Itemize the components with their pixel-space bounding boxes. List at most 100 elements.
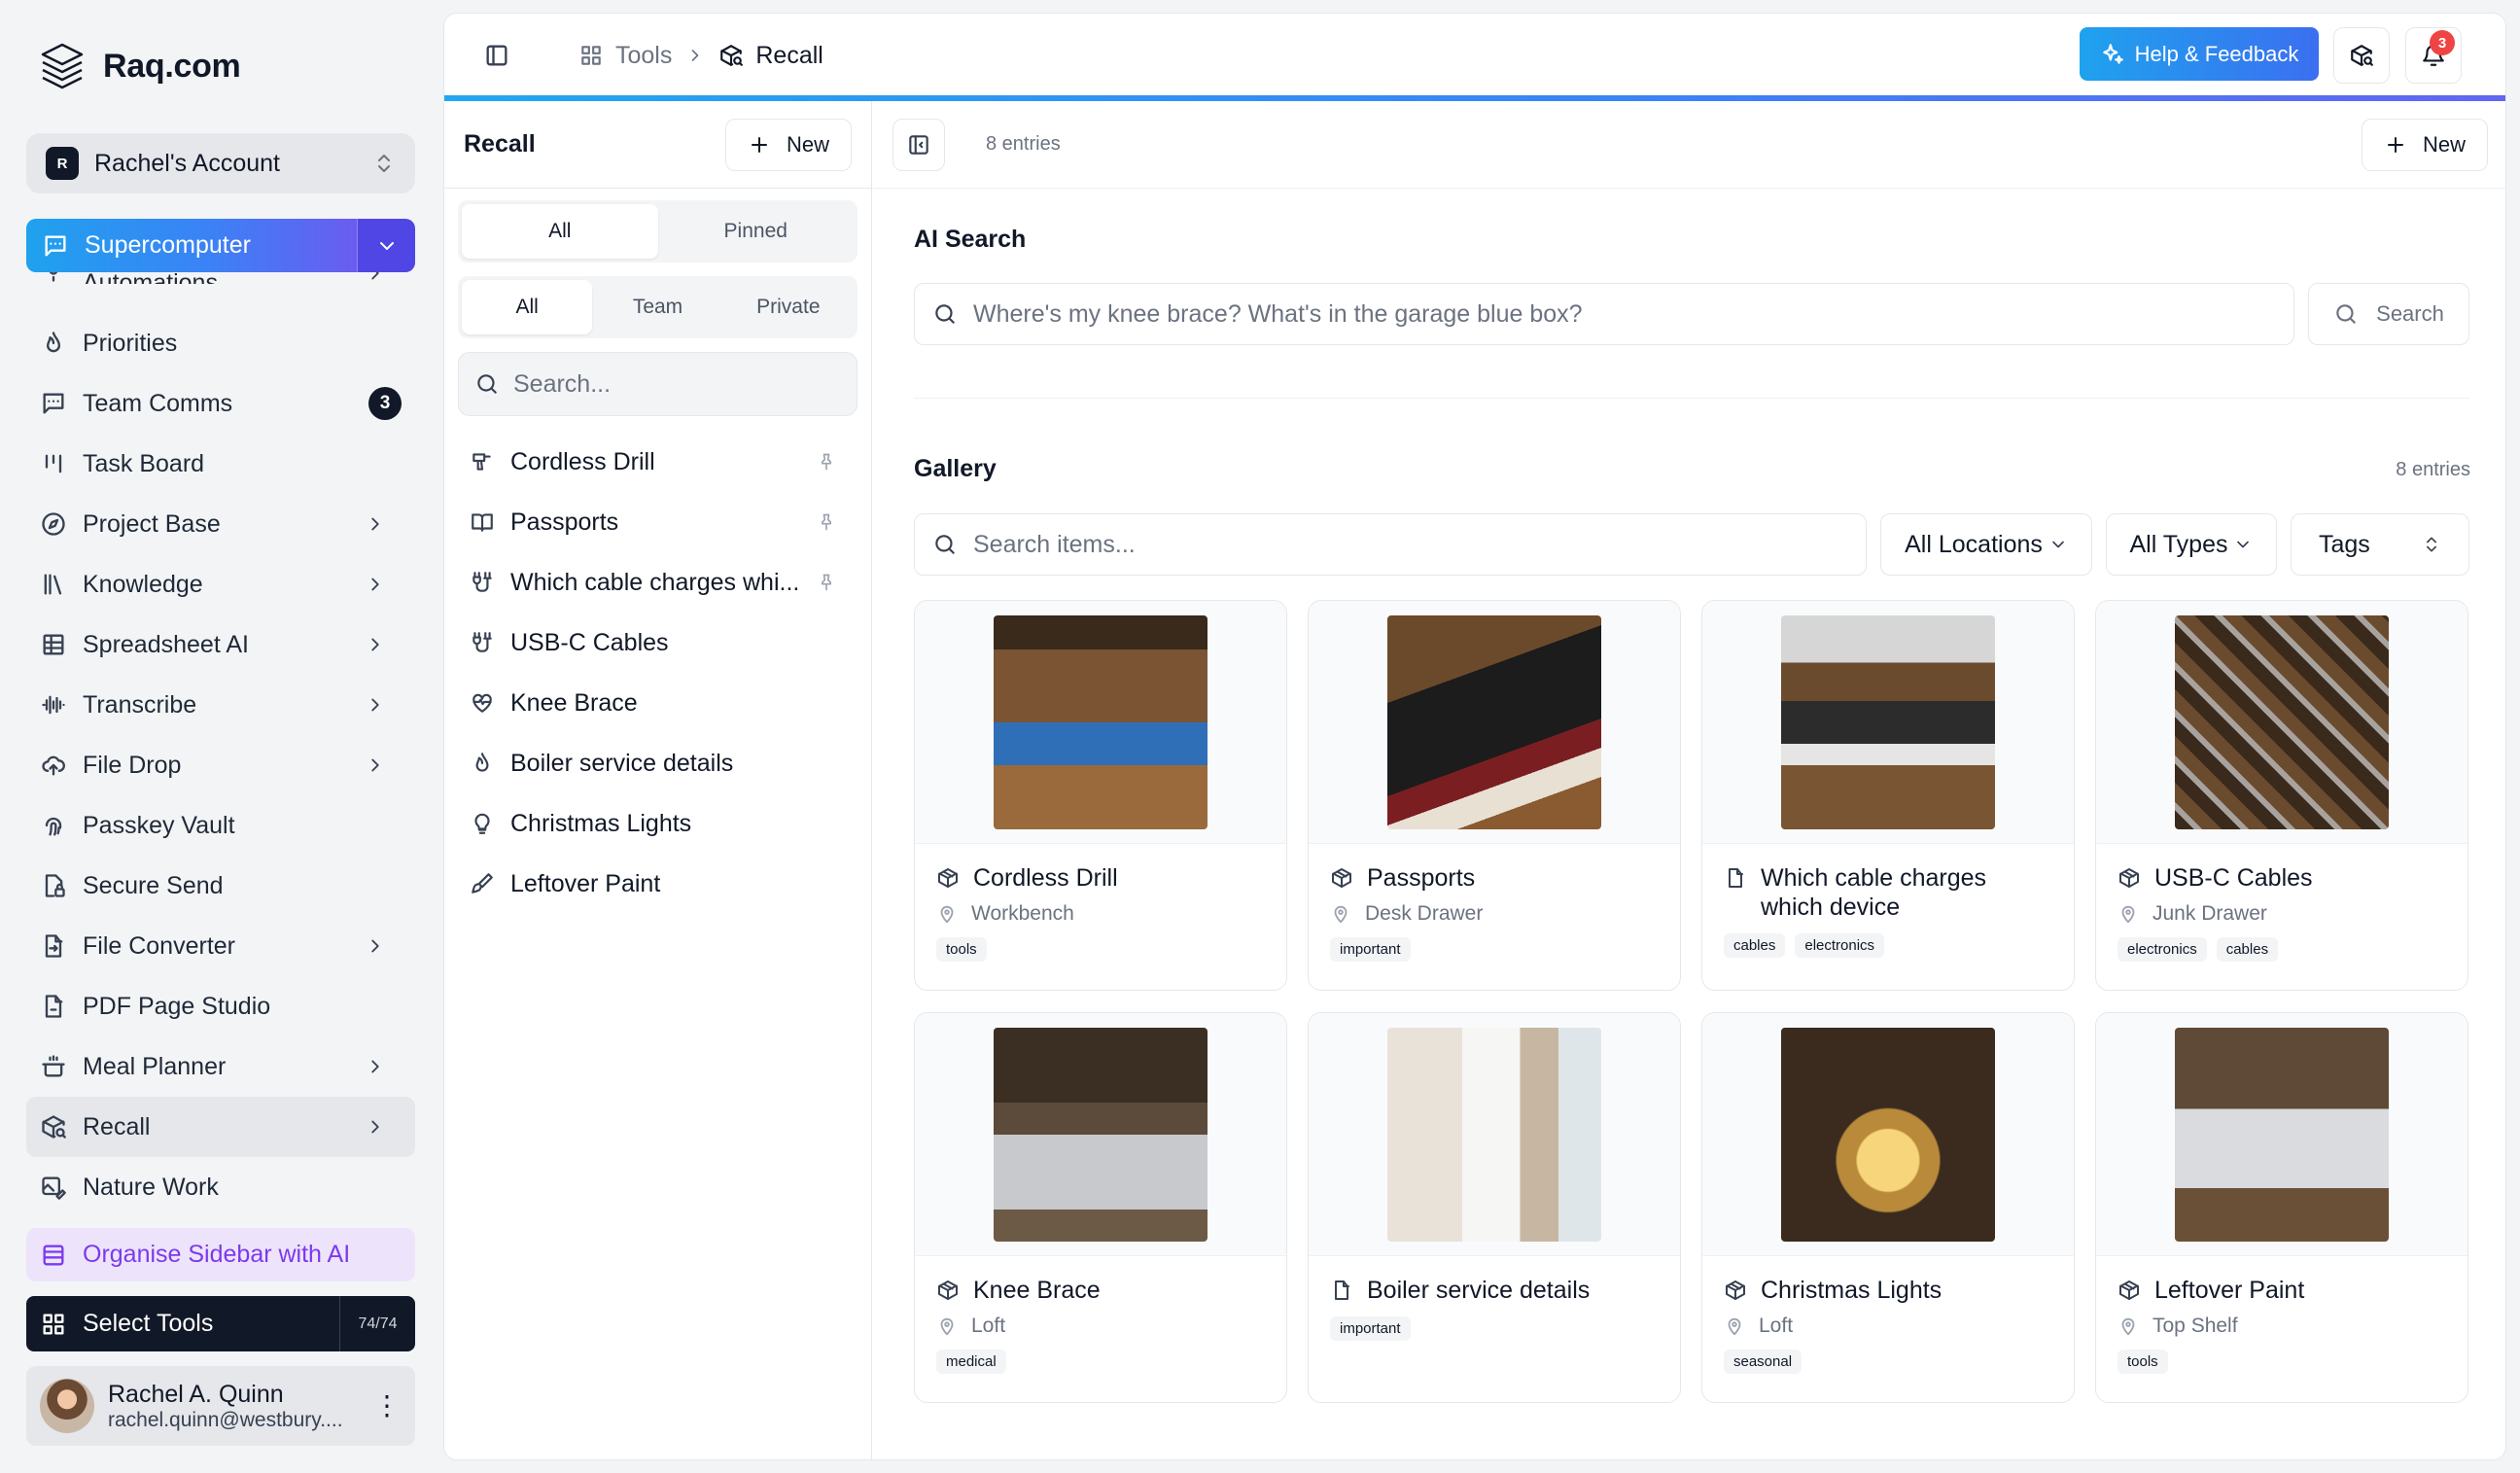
sidebar-item-recall[interactable]: Recall <box>26 1097 415 1157</box>
list-item[interactable]: USB-C Cables <box>444 613 871 673</box>
gallery-card[interactable]: Knee Brace Loft medical <box>914 1012 1287 1403</box>
list-item[interactable]: Cordless Drill <box>444 432 871 492</box>
search-icon <box>474 371 500 397</box>
user-card[interactable]: Rachel A. Quinn rachel.quinn@westbury...… <box>26 1366 415 1446</box>
breadcrumb-tools[interactable]: Tools <box>578 42 672 70</box>
types-filter[interactable]: All Types <box>2106 513 2277 576</box>
gallery-card[interactable]: Which cable charges which device cables … <box>1701 600 2075 991</box>
sidebar-nav-list: Priorities Team Comms 3 Task Board Proje… <box>26 313 415 1217</box>
tag[interactable]: tools <box>2118 1350 2168 1374</box>
list-item-label: Leftover Paint <box>510 869 661 897</box>
account-switcher[interactable]: R Rachel's Account <box>26 133 415 193</box>
gallery-card[interactable]: Christmas Lights Loft seasonal <box>1701 1012 2075 1403</box>
organise-sidebar-button[interactable]: Organise Sidebar with AI <box>26 1228 415 1281</box>
tag[interactable]: important <box>1330 1316 1411 1341</box>
chevron-right-icon[interactable] <box>365 935 386 957</box>
new-entry-button[interactable]: New <box>2361 118 2488 171</box>
sidebar-item-knowledge[interactable]: Knowledge <box>26 554 415 614</box>
account-badge: R <box>46 147 79 180</box>
ai-search-button[interactable]: Search <box>2308 283 2469 345</box>
pin-icon[interactable] <box>817 573 836 592</box>
chevron-right-icon[interactable] <box>365 513 386 535</box>
card-image-wrap <box>915 601 1286 844</box>
sidebar-item-file-converter[interactable]: File Converter <box>26 916 415 976</box>
card-photo <box>994 1027 1208 1242</box>
chevron-right-icon[interactable] <box>365 574 386 595</box>
sidebar-item-file-drop[interactable]: File Drop <box>26 735 415 795</box>
card-location-text: Loft <box>971 1315 1006 1337</box>
help-feedback-button[interactable]: Help & Feedback <box>2080 27 2319 81</box>
breadcrumb: Tools Recall <box>578 14 823 97</box>
gallery-grid: Cordless Drill Workbench tools Passports… <box>914 600 2469 1403</box>
tag[interactable]: electronics <box>1795 933 1885 958</box>
sidebar-item-pdf-page-studio[interactable]: PDF Page Studio <box>26 976 415 1036</box>
list-item[interactable]: Christmas Lights <box>444 793 871 854</box>
locations-filter[interactable]: All Locations <box>1880 513 2092 576</box>
recall-app-button[interactable] <box>2333 27 2390 84</box>
list-item[interactable]: Leftover Paint <box>444 854 871 914</box>
tag[interactable]: seasonal <box>1724 1350 1802 1374</box>
fingerprint-icon <box>40 812 67 839</box>
gallery-search-placeholder: Search items... <box>973 530 1136 558</box>
list-search-placeholder: Search... <box>513 369 612 398</box>
supercomputer-dropdown[interactable] <box>357 219 415 272</box>
list-item[interactable]: Boiler service details <box>444 733 871 793</box>
tag[interactable]: tools <box>936 937 987 962</box>
gallery-search-input[interactable]: Search items... <box>914 513 1867 576</box>
notifications-button[interactable]: 3 <box>2405 27 2462 84</box>
tag[interactable]: cables <box>1724 933 1786 958</box>
pin-icon[interactable] <box>817 512 836 532</box>
sidebar-item-transcribe[interactable]: Transcribe <box>26 675 415 735</box>
chevron-right-icon[interactable] <box>365 634 386 655</box>
gallery-card[interactable]: Cordless Drill Workbench tools <box>914 600 1287 991</box>
more-vertical-icon[interactable]: ⋮ <box>372 1392 402 1420</box>
sidebar-item-label: Priorities <box>83 329 178 357</box>
ai-search-input[interactable]: Where's my knee brace? What's in the gar… <box>914 283 2294 345</box>
tag[interactable]: important <box>1330 937 1411 962</box>
collapse-list-button[interactable] <box>892 118 945 171</box>
sidebar-item-spreadsheet-ai[interactable]: Spreadsheet AI <box>26 614 415 675</box>
tag[interactable]: cables <box>2216 937 2279 962</box>
tag[interactable]: medical <box>936 1350 1006 1374</box>
tab-private[interactable]: Private <box>723 280 854 334</box>
pin-icon[interactable] <box>817 452 836 472</box>
list-item[interactable]: Knee Brace <box>444 673 871 733</box>
card-title: Christmas Lights <box>1724 1276 2052 1305</box>
tag[interactable]: electronics <box>2118 937 2207 962</box>
sidebar-item-passkey-vault[interactable]: Passkey Vault <box>26 795 415 856</box>
supercomputer-button[interactable]: Supercomputer <box>26 219 415 272</box>
list-search-input[interactable]: Search... <box>458 352 858 416</box>
tab-scope-all[interactable]: All <box>462 280 593 334</box>
list-item[interactable]: Which cable charges whi... <box>444 552 871 613</box>
card-title: Which cable charges which device <box>1724 863 2052 922</box>
chevron-right-icon[interactable] <box>365 754 386 776</box>
tab-all[interactable]: All <box>462 204 658 259</box>
sidebar-item-label: Passkey Vault <box>83 811 235 839</box>
sidebar-item-meal-planner[interactable]: Meal Planner <box>26 1036 415 1097</box>
sidebar-item-team-comms[interactable]: Team Comms 3 <box>26 373 415 434</box>
tab-team[interactable]: Team <box>592 280 722 334</box>
chevron-right-icon[interactable] <box>365 694 386 716</box>
chevron-right-icon[interactable] <box>365 1056 386 1077</box>
sidebar-item-secure-send[interactable]: Secure Send <box>26 856 415 916</box>
card-title: Cordless Drill <box>936 863 1265 893</box>
brand[interactable]: Raq.com <box>35 39 241 93</box>
sidebar-item-project-base[interactable]: Project Base <box>26 494 415 554</box>
tags-filter[interactable]: Tags <box>2291 513 2469 576</box>
tab-pinned[interactable]: Pinned <box>658 204 855 259</box>
sidebar-item-priorities[interactable]: Priorities <box>26 313 415 373</box>
recall-list-pane: Recall New All Pinned All Team Private S… <box>444 101 872 1459</box>
supercomputer-main[interactable]: Supercomputer <box>26 219 357 272</box>
gallery-card[interactable]: Passports Desk Drawer important <box>1308 600 1681 991</box>
gallery-card[interactable]: Leftover Paint Top Shelf tools <box>2095 1012 2468 1403</box>
sidebar-item-nature-work[interactable]: Nature Work <box>26 1157 415 1217</box>
list-item[interactable]: Passports <box>444 492 871 552</box>
gallery-card[interactable]: Boiler service details important <box>1308 1012 1681 1403</box>
select-tools-button[interactable]: Select Tools 74/74 <box>26 1296 415 1351</box>
sidebar-item-task-board[interactable]: Task Board <box>26 434 415 494</box>
gallery-card[interactable]: USB-C Cables Junk Drawer electronics cab… <box>2095 600 2468 991</box>
new-item-button[interactable]: New <box>724 118 852 171</box>
sidebar-toggle-icon[interactable] <box>483 42 510 69</box>
sidebar-item-label: Meal Planner <box>83 1052 227 1080</box>
chevron-right-icon[interactable] <box>365 1116 386 1138</box>
